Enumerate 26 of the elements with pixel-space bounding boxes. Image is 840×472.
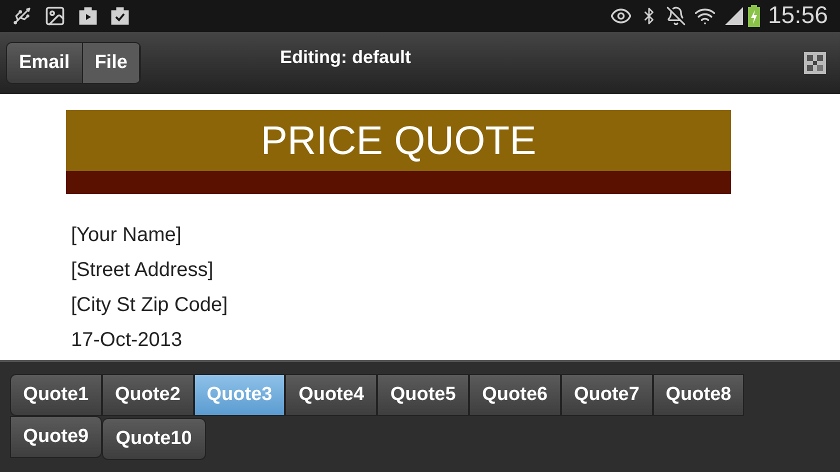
mute-icon bbox=[666, 6, 686, 26]
check-bag-icon bbox=[110, 6, 130, 26]
quote-tab[interactable]: Quote2 bbox=[102, 374, 194, 416]
clock-time: 15:56 bbox=[768, 1, 828, 31]
address-line: 17-Oct-2013 bbox=[71, 328, 184, 353]
play-bag-icon bbox=[78, 6, 98, 26]
address-line: [Your Name] bbox=[71, 223, 182, 248]
image-icon bbox=[44, 5, 66, 27]
quote-tab[interactable]: Quote8 bbox=[652, 374, 744, 416]
battery-icon bbox=[748, 5, 760, 27]
address-line: [Street Address] bbox=[71, 258, 214, 283]
usb-icon bbox=[12, 6, 32, 26]
page-title: Editing: default bbox=[280, 46, 411, 69]
quote-tab[interactable]: Quote7 bbox=[560, 374, 653, 416]
quote-tab[interactable]: Quote4 bbox=[285, 374, 378, 416]
toolbar-button[interactable]: File bbox=[82, 43, 140, 83]
quote-tab[interactable]: Quote5 bbox=[377, 374, 469, 416]
quote-tab[interactable]: Quote9 bbox=[10, 416, 102, 458]
quote-tab[interactable]: Quote10 bbox=[102, 418, 206, 460]
address-line: [City St Zip Code] bbox=[71, 293, 229, 318]
qr-code-icon bbox=[804, 52, 826, 74]
toolbar-button[interactable]: Email bbox=[7, 43, 83, 83]
signal-icon bbox=[724, 6, 744, 26]
quote-tab[interactable]: Quote1 bbox=[10, 374, 102, 416]
banner-title: PRICE QUOTE bbox=[260, 120, 536, 160]
quote-tab[interactable]: Quote6 bbox=[468, 374, 561, 416]
